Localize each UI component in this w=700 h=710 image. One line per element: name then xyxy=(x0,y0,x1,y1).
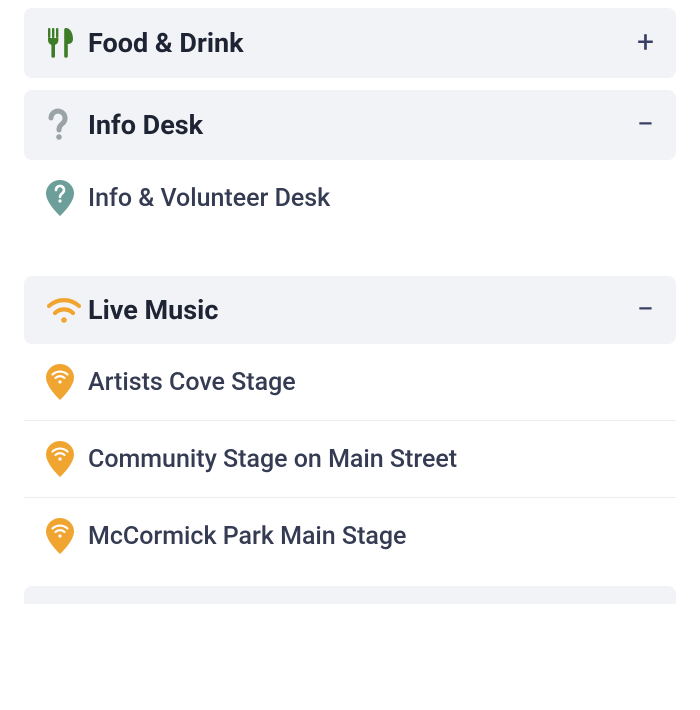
collapse-icon: − xyxy=(637,110,654,140)
map-pin-question-icon xyxy=(46,180,88,216)
question-icon xyxy=(46,108,88,142)
section-body-info-desk: Info & Volunteer Desk xyxy=(24,160,676,236)
section-info-desk: Info Desk − Info & Volunteer Desk xyxy=(24,90,676,236)
section-title: Food & Drink xyxy=(88,27,637,59)
section-title: Info Desk xyxy=(88,109,637,141)
section-header-partial[interactable] xyxy=(24,586,676,604)
section-food-drink: Food & Drink + xyxy=(24,8,676,78)
wifi-icon xyxy=(46,296,88,324)
expand-icon: + xyxy=(637,28,654,58)
list-item-label: McCormick Park Main Stage xyxy=(88,522,406,551)
section-header-live-music[interactable]: Live Music − xyxy=(24,276,676,344)
list-item[interactable]: Info & Volunteer Desk xyxy=(24,160,676,236)
list-item-label: Community Stage on Main Street xyxy=(88,445,457,474)
list-item[interactable]: McCormick Park Main Stage xyxy=(24,498,676,574)
list-item[interactable]: Community Stage on Main Street xyxy=(24,421,676,498)
list-item-label: Artists Cove Stage xyxy=(88,368,296,397)
collapse-icon: − xyxy=(637,295,654,325)
map-pin-wifi-icon xyxy=(46,441,88,477)
map-pin-wifi-icon xyxy=(46,518,88,554)
section-header-food-drink[interactable]: Food & Drink + xyxy=(24,8,676,78)
list-item-label: Info & Volunteer Desk xyxy=(88,184,330,213)
list-item[interactable]: Artists Cove Stage xyxy=(24,344,676,421)
section-body-live-music: Artists Cove Stage Community Stage on Ma… xyxy=(24,344,676,574)
spacer xyxy=(24,248,676,276)
utensils-icon xyxy=(46,26,88,60)
section-title: Live Music xyxy=(88,294,637,326)
section-header-info-desk[interactable]: Info Desk − xyxy=(24,90,676,160)
map-pin-wifi-icon xyxy=(46,364,88,400)
section-live-music: Live Music − Artists Cove Stage xyxy=(24,276,676,574)
